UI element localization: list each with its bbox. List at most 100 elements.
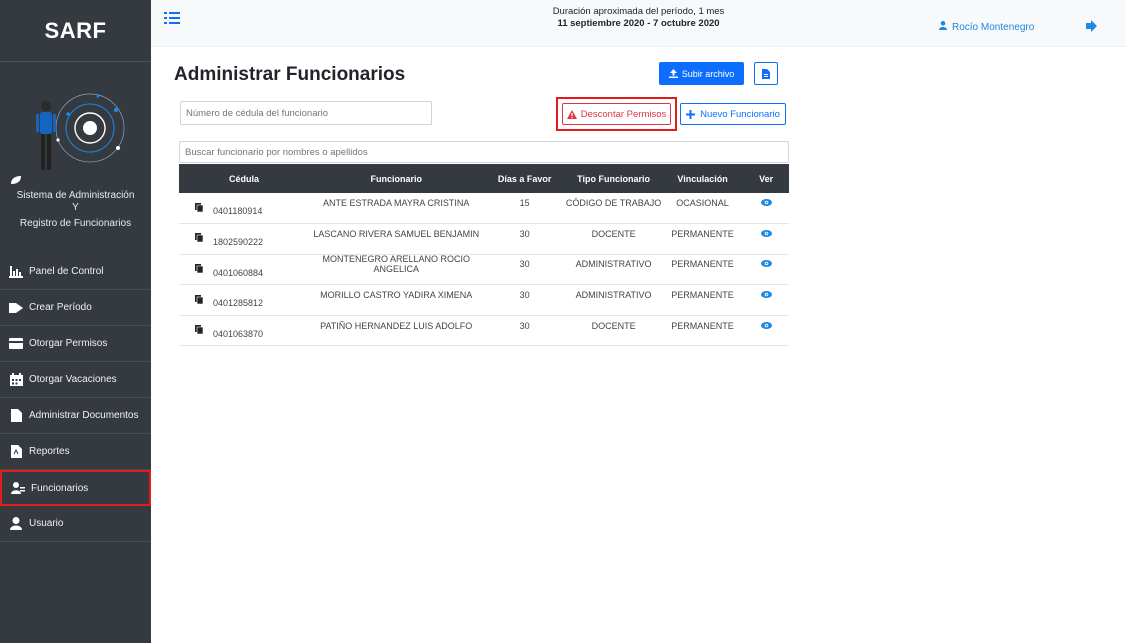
tipo-cell: CÓDIGO DE TRABAJO [565,193,662,224]
sidebar-item-label: Otorgar Vacaciones [29,374,117,385]
app-description-line-3: Registro de Funcionarios [19,218,132,229]
vinculacion-cell: PERMANENTE [662,254,743,285]
app-description-line-1: Sistema de Administración [16,190,135,201]
dias-cell: 30 [484,254,565,285]
dias-cell: 30 [484,224,565,255]
funcionario-value: MORILLO CASTRO YADIRA XIMENA [320,290,473,301]
sidebar-item-otorgar-vacaciones[interactable]: Otorgar Vacaciones [0,362,151,398]
sidebar-item-otorgar-permisos[interactable]: Otorgar Permisos [0,326,151,362]
ver-cell [743,193,789,224]
vinculacion-value: PERMANENTE [671,228,734,239]
cedula-cell: 0401180914 [179,193,268,224]
funcionario-value: MONTENEGRO ARELLANO ROCIO ANGELICA [322,254,470,275]
copy-icon[interactable] [195,294,204,306]
eye-icon[interactable] [760,321,772,331]
new-funcionario-button[interactable]: Nuevo Funcionario [680,103,786,125]
ver-cell [743,315,789,346]
tipo-value: DOCENTE [591,320,636,331]
users-icon [10,480,26,496]
sidebar-item-usuario[interactable]: Usuario [0,506,151,542]
tipo-value: DOCENTE [591,228,636,239]
sidebar-menu: Panel de Control Crear Período Otorgar P… [0,254,151,542]
leaf-icon [10,172,22,190]
sidebar-item-reportes[interactable]: Reportes [0,434,151,470]
upload-icon [668,69,678,78]
dias-value: 30 [519,290,530,301]
table-row: 0401285812 MORILLO CASTRO YADIRA XIMENA … [179,285,789,316]
sidebar-item-label: Reportes [29,446,70,457]
table-row: 0401180914 ANTE ESTRADA MAYRA CRISTINA 1… [179,193,789,224]
cedula-value: 0401180914 [213,206,263,217]
cedula-cell: 1802590222 [179,224,268,255]
tipo-value: ADMINISTRATIVO [575,290,652,301]
copy-icon[interactable] [195,264,204,275]
vinculacion-value: PERMANENTE [671,290,734,301]
eye-icon[interactable] [760,290,772,300]
dias-value: 15 [519,198,530,209]
eye-icon[interactable] [760,198,772,208]
dias-value: 30 [519,259,530,270]
new-funcionario-label: Nuevo Funcionario [700,108,780,120]
vinculacion-value: OCASIONAL [676,198,729,209]
tipo-cell: DOCENTE [565,224,662,255]
upload-file-label: Subir archivo [681,68,735,79]
dias-cell: 30 [484,285,565,316]
funcionario-cell: PATIÑO HERNANDEZ LUIS ADOLFO [268,315,484,346]
user-icon [8,516,24,532]
eye-icon[interactable] [760,259,772,269]
vinculacion-value: PERMANENTE [671,259,734,270]
sidebar-item-label: Crear Período [29,302,92,313]
cedula-value: 0401285812 [213,298,264,309]
cedula-cell: 0401060884 [179,254,268,285]
descontar-highlight: Descontar Permisos [556,97,677,131]
vinculacion-cell: PERMANENTE [662,224,743,255]
copy-icon[interactable] [195,233,204,244]
vinculacion-cell: PERMANENTE [662,285,743,316]
logout-icon[interactable] [1085,19,1099,33]
nombre-search-input[interactable] [179,141,789,163]
document-button[interactable] [754,62,778,85]
vinculacion-cell: OCASIONAL [662,193,743,224]
funcionario-cell: LASCANO RIVERA SAMUEL BENJAMIN [268,224,484,255]
sidebar-item-label: Usuario [29,518,64,529]
col-dias-a-favor: Días a Favor [497,173,552,184]
tipo-cell: ADMINISTRATIVO [565,285,662,316]
table-row: 0401063870 PATIÑO HERNANDEZ LUIS ADOLFO … [179,315,789,346]
card-icon [8,336,24,352]
cedula-value: 0401063870 [213,328,264,339]
copy-icon[interactable] [195,325,204,336]
descontar-permisos-button[interactable]: Descontar Permisos [562,103,671,125]
user-name: Rocío Montenegro [952,21,1035,33]
dias-cell: 15 [484,193,565,224]
tipo-value: CÓDIGO DE TRABAJO [565,198,662,209]
sidebar-item-panel-de-control[interactable]: Panel de Control [0,254,151,290]
funcionario-cell: ANTE ESTRADA MAYRA CRISTINA [268,193,484,224]
funcionario-value: LASCANO RIVERA SAMUEL BENJAMIN [313,228,480,239]
sidebar: SARF Sistema de Administración Y Registr… [0,0,151,643]
sidebar-item-funcionarios[interactable]: Funcionarios [0,470,151,506]
sidebar-item-administrar-documentos[interactable]: Administrar Documentos [0,398,151,434]
cedula-value: 1802590222 [213,236,264,247]
ver-cell [743,285,789,316]
cedula-search-input[interactable] [180,101,432,125]
upload-file-button[interactable]: Subir archivo [659,62,744,85]
cedula-cell: 0401285812 [179,285,268,316]
tipo-value: ADMINISTRATIVO [575,259,652,270]
brand-logo[interactable]: SARF [0,0,151,62]
col-vinculacion: Vinculación [677,173,728,184]
descontar-permisos-label: Descontar Permisos [580,108,667,120]
sidebar-item-label: Administrar Documentos [29,410,139,421]
calendar-icon [8,372,24,388]
document-icon [762,68,770,79]
eye-icon[interactable] [760,229,772,239]
sidebar-item-label: Panel de Control [29,266,104,277]
dias-value: 30 [519,320,530,331]
page-title: Administrar Funcionarios [174,64,406,85]
col-tipo-funcionario: Tipo Funcionario [577,173,651,184]
user-icon [939,21,947,33]
cedula-cell: 0401063870 [179,315,268,346]
sidebar-item-crear-periodo[interactable]: Crear Período [0,290,151,326]
copy-icon[interactable] [195,202,204,214]
col-cedula: Cédula [229,173,260,184]
user-menu[interactable]: Rocío Montenegro [939,21,1034,33]
